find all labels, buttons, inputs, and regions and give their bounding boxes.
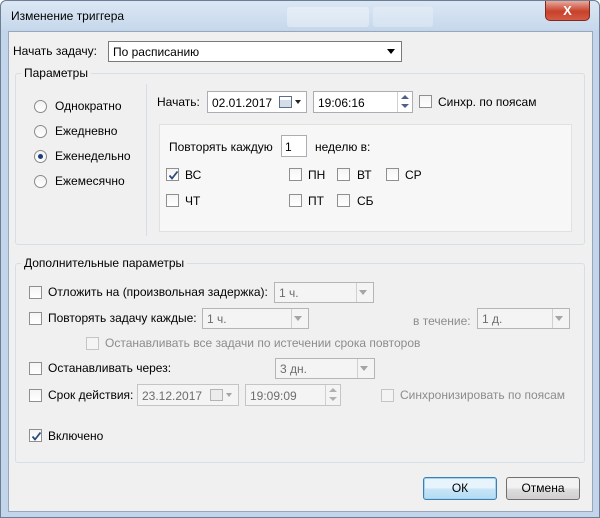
- expire-label: Срок действия:: [48, 388, 134, 402]
- stop-all-label: Останавливать все задачи по истечении ср…: [105, 336, 421, 350]
- day-wed-label: СР: [405, 168, 422, 182]
- chevron-down-icon: [226, 393, 232, 397]
- day-mon-checkbox[interactable]: [289, 168, 302, 181]
- repeat-week-suffix: неделю в:: [315, 140, 371, 154]
- day-sat-label: СБ: [357, 194, 374, 208]
- close-button[interactable]: X: [545, 1, 590, 21]
- start-label: Начать:: [157, 95, 200, 109]
- duration-value: 1 д.: [482, 312, 503, 326]
- day-thu-checkbox[interactable]: [166, 194, 179, 207]
- dialog-body: Начать задачу: По расписанию Параметры О…: [8, 31, 593, 512]
- day-sun-checkbox[interactable]: [166, 168, 179, 181]
- checkmark-icon: [31, 431, 42, 441]
- cancel-button[interactable]: Отмена: [506, 477, 580, 500]
- settings-divider: [146, 84, 147, 236]
- start-time-value: 19:06:16: [318, 96, 365, 110]
- background-window-ghost: [373, 7, 433, 27]
- trigger-dialog: Изменение триггера X Начать задачу: По р…: [0, 0, 600, 518]
- day-mon-label: ПН: [308, 168, 326, 182]
- stop-after-select[interactable]: 3 дн.: [275, 358, 375, 379]
- calendar-icon: [279, 96, 292, 108]
- radio-weekly-label: Еженедельно: [55, 149, 131, 163]
- stop-after-value: 3 дн.: [280, 362, 307, 376]
- expire-date-picker[interactable]: 23.12.2017: [137, 384, 239, 406]
- repeat-every-label: Повторять каждую: [169, 140, 273, 154]
- repeat-task-label: Повторять задачу каждые:: [48, 311, 197, 325]
- repeat-task-checkbox[interactable]: [29, 312, 42, 325]
- delay-select[interactable]: 1 ч.: [274, 282, 374, 303]
- radio-daily-label: Ежедневно: [55, 124, 118, 138]
- spin-up-icon: [329, 388, 337, 392]
- day-tue-label: ВТ: [357, 168, 372, 182]
- chevron-down-icon: [360, 366, 368, 371]
- expire-sync-checkbox[interactable]: [381, 389, 394, 402]
- expire-checkbox[interactable]: [29, 389, 42, 402]
- enabled-label: Включено: [48, 429, 104, 443]
- delay-checkbox[interactable]: [29, 286, 42, 299]
- radio-once[interactable]: [34, 100, 47, 113]
- repeat-weeks-input[interactable]: 1: [281, 135, 307, 157]
- background-window-ghost: [287, 7, 369, 27]
- day-tue-checkbox[interactable]: [337, 168, 350, 181]
- start-time-input[interactable]: 19:06:16: [313, 91, 413, 113]
- ok-button[interactable]: ОК: [423, 477, 497, 500]
- settings-group-title: Параметры: [21, 66, 91, 80]
- radio-monthly[interactable]: [34, 175, 47, 188]
- day-sat-checkbox[interactable]: [337, 194, 350, 207]
- repeat-weeks-value: 1: [285, 140, 292, 154]
- chevron-down-icon: [295, 100, 301, 104]
- delay-value: 1 ч.: [279, 286, 299, 300]
- enabled-checkbox[interactable]: [29, 429, 42, 442]
- checkmark-icon: [168, 170, 179, 180]
- duration-select[interactable]: 1 д.: [477, 308, 570, 329]
- start-date-value: 02.01.2017: [212, 96, 273, 110]
- radio-daily[interactable]: [34, 125, 47, 138]
- begin-task-value: По расписанию: [113, 45, 200, 59]
- sync-timezones-label: Синхр. по поясам: [438, 95, 537, 109]
- expire-time-input[interactable]: 19:09:09: [245, 384, 341, 406]
- dialog-title: Изменение триггера: [11, 9, 125, 23]
- day-fri-checkbox[interactable]: [289, 194, 302, 207]
- stop-after-checkbox[interactable]: [29, 362, 42, 375]
- day-thu-label: ЧТ: [185, 194, 201, 208]
- stop-all-checkbox[interactable]: [86, 337, 99, 350]
- expire-time-spinner[interactable]: [325, 385, 340, 405]
- spin-up-icon: [401, 95, 409, 99]
- chevron-down-icon: [387, 49, 395, 54]
- chevron-down-icon: [359, 290, 367, 295]
- begin-task-label: Начать задачу:: [13, 44, 97, 58]
- stop-after-label: Останавливать через:: [48, 361, 172, 375]
- chevron-down-icon: [555, 316, 563, 321]
- spin-down-icon: [401, 104, 409, 108]
- repeat-task-value: 1 ч.: [207, 312, 227, 326]
- expire-date-value: 23.12.2017: [142, 389, 203, 403]
- delay-label: Отложить на (произвольная задержка):: [48, 285, 268, 299]
- sync-timezones-checkbox[interactable]: [419, 95, 432, 108]
- begin-task-select[interactable]: По расписанию: [108, 41, 402, 62]
- spin-down-icon: [329, 397, 337, 401]
- day-wed-checkbox[interactable]: [386, 168, 399, 181]
- start-time-spinner[interactable]: [397, 92, 412, 112]
- advanced-group-title: Дополнительные параметры: [21, 256, 188, 270]
- duration-label: в течение:: [413, 314, 471, 328]
- close-icon: X: [563, 3, 572, 18]
- day-sun-label: ВС: [185, 168, 202, 182]
- radio-monthly-label: Ежемесячно: [55, 174, 125, 188]
- start-date-picker[interactable]: 02.01.2017: [207, 91, 307, 113]
- radio-once-label: Однократно: [55, 99, 122, 113]
- title-bar[interactable]: Изменение триггера X: [1, 1, 599, 30]
- calendar-icon: [210, 389, 223, 401]
- day-fri-label: ПТ: [308, 194, 324, 208]
- expire-sync-label: Синхронизировать по поясам: [400, 388, 566, 402]
- expire-time-value: 19:09:09: [250, 389, 297, 403]
- chevron-down-icon: [294, 316, 302, 321]
- repeat-task-select[interactable]: 1 ч.: [202, 308, 309, 329]
- radio-weekly[interactable]: [34, 150, 47, 163]
